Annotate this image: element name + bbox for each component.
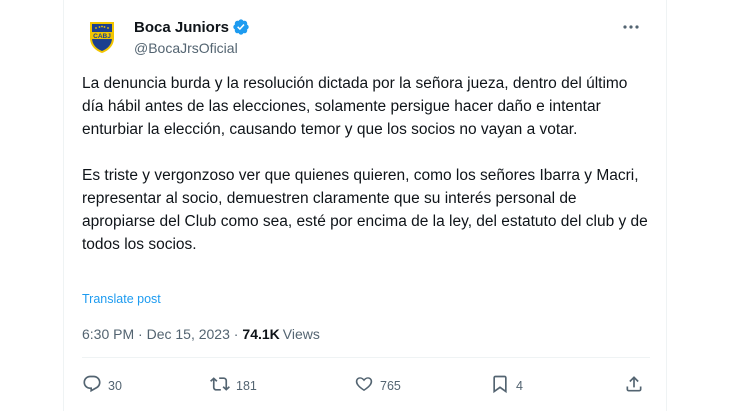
like-count: 765 xyxy=(380,378,401,393)
views-count: 74.1K xyxy=(242,326,280,342)
tweet-paragraph-2: Es triste y vergonzoso ver que quienes q… xyxy=(82,167,648,253)
repost-count: 181 xyxy=(236,378,257,393)
account-handle[interactable]: @BocaJrsOficial xyxy=(134,40,250,56)
tweet-card: CABJ Boca Juniors @BocaJrsOficial La den… xyxy=(63,0,667,411)
verified-badge-icon[interactable] xyxy=(232,18,250,36)
views-label: Views xyxy=(282,326,320,342)
timestamp[interactable]: 6:30 PM · Dec 15, 2023 · xyxy=(82,326,238,342)
tweet-header: CABJ Boca Juniors @BocaJrsOficial xyxy=(82,14,650,62)
repost-button[interactable]: 181 xyxy=(210,374,257,397)
like-button[interactable]: 765 xyxy=(354,374,401,397)
tweet-paragraph-1: La denuncia burda y la resolución dictad… xyxy=(82,75,628,138)
boca-juniors-crest-icon[interactable]: CABJ xyxy=(82,16,122,56)
heart-icon xyxy=(354,374,374,397)
reply-icon xyxy=(82,374,102,397)
account-names: Boca Juniors @BocaJrsOficial xyxy=(134,17,250,56)
bookmark-count: 4 xyxy=(516,378,523,393)
reply-button[interactable]: 30 xyxy=(82,374,122,397)
share-button[interactable] xyxy=(624,374,644,397)
share-icon xyxy=(624,374,644,397)
action-bar: 30 181 765 4 xyxy=(82,374,650,398)
svg-text:CABJ: CABJ xyxy=(93,33,111,40)
more-options-icon[interactable] xyxy=(620,18,642,36)
bookmark-button[interactable]: 4 xyxy=(490,374,523,397)
bookmark-icon xyxy=(490,374,510,397)
tweet-text: La denuncia burda y la resolución dictad… xyxy=(82,72,652,256)
display-name[interactable]: Boca Juniors xyxy=(134,19,229,36)
translate-post-link[interactable]: Translate post xyxy=(82,292,161,306)
tweet-meta: 6:30 PM · Dec 15, 2023 · 74.1K Views xyxy=(82,326,320,342)
reply-count: 30 xyxy=(108,378,122,393)
divider xyxy=(82,357,650,358)
repost-icon xyxy=(210,374,230,397)
